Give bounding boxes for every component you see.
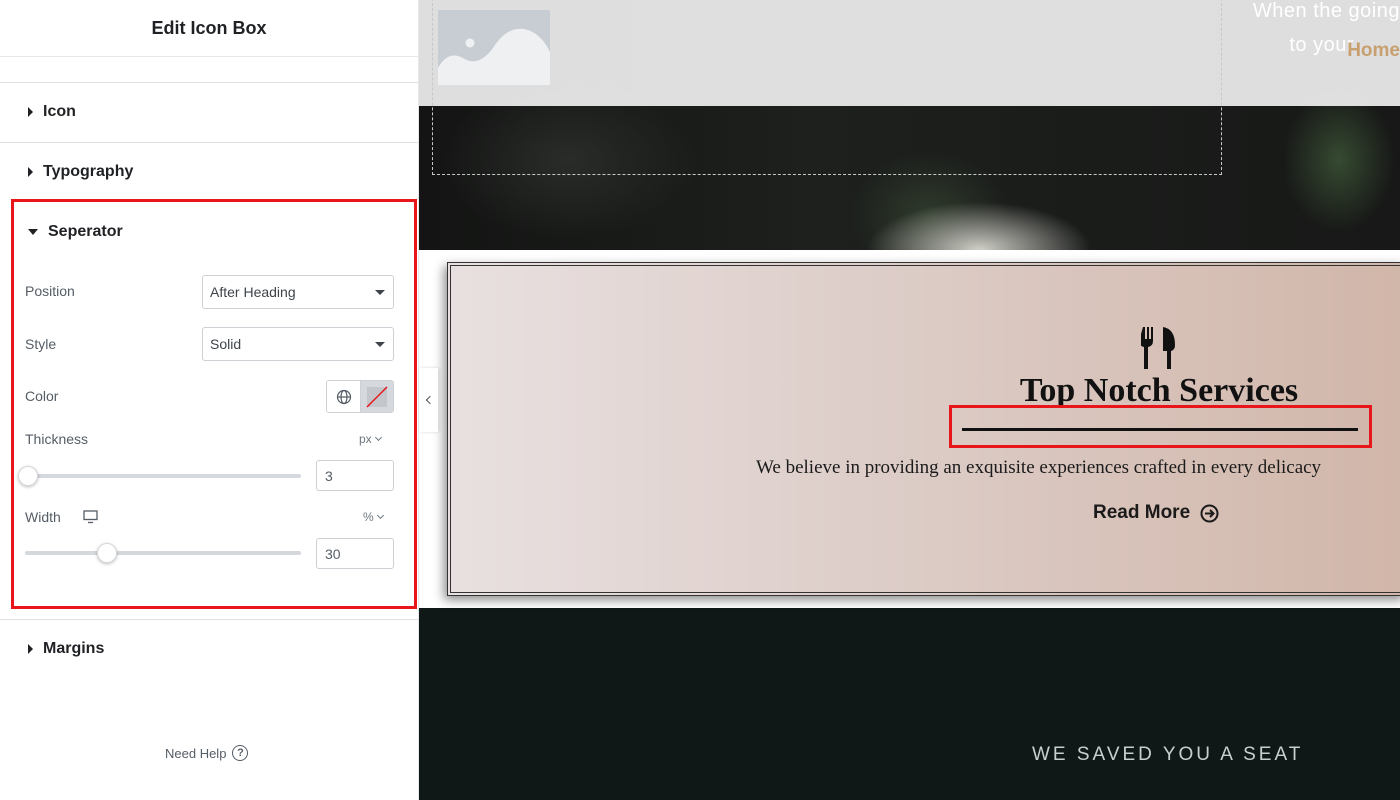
empty-widget-area[interactable] xyxy=(432,0,1222,175)
arrow-circle-right-icon xyxy=(1200,504,1219,523)
fork-knife-icon xyxy=(1139,327,1177,369)
section-typography[interactable]: Typography xyxy=(0,152,419,192)
image-placeholder-icon[interactable] xyxy=(438,10,550,85)
section-tagline: WE SAVED YOU A SEAT xyxy=(1032,744,1304,765)
home-link[interactable]: Home xyxy=(1347,40,1400,62)
section-icon[interactable]: Icon xyxy=(0,92,419,132)
divider xyxy=(0,619,419,620)
divider xyxy=(0,142,419,143)
help-icon: ? xyxy=(232,745,249,761)
editor-panel: Edit Icon Box Icon Typography Seperator … xyxy=(0,0,419,800)
page-preview: When the going to your Home Top Notch Se… xyxy=(419,0,1400,800)
collapse-panel-button[interactable] xyxy=(419,368,438,432)
panel-title: Edit Icon Box xyxy=(151,17,267,38)
card-description: We believe in providing an exquisite exp… xyxy=(756,457,1322,478)
need-help-link[interactable]: Need Help ? xyxy=(165,745,249,761)
section-margins[interactable]: Margins xyxy=(0,629,419,669)
divider xyxy=(0,82,419,83)
separator-line-highlight xyxy=(949,405,1372,448)
caret-right-icon xyxy=(28,644,33,654)
section-margins-label: Margins xyxy=(43,640,105,657)
read-more-label: Read More xyxy=(1093,502,1191,523)
section-typography-label: Typography xyxy=(43,163,134,180)
section-icon-label: Icon xyxy=(43,103,76,120)
hero-text-line-1: When the going xyxy=(1252,0,1400,22)
need-help-label: Need Help xyxy=(165,745,227,761)
caret-right-icon xyxy=(28,107,33,117)
read-more-link[interactable]: Read More xyxy=(1093,502,1219,524)
panel-header: Edit Icon Box xyxy=(0,0,418,57)
separator-highlight-box xyxy=(11,199,417,609)
chevron-left-icon xyxy=(425,395,435,405)
caret-right-icon xyxy=(28,167,33,177)
